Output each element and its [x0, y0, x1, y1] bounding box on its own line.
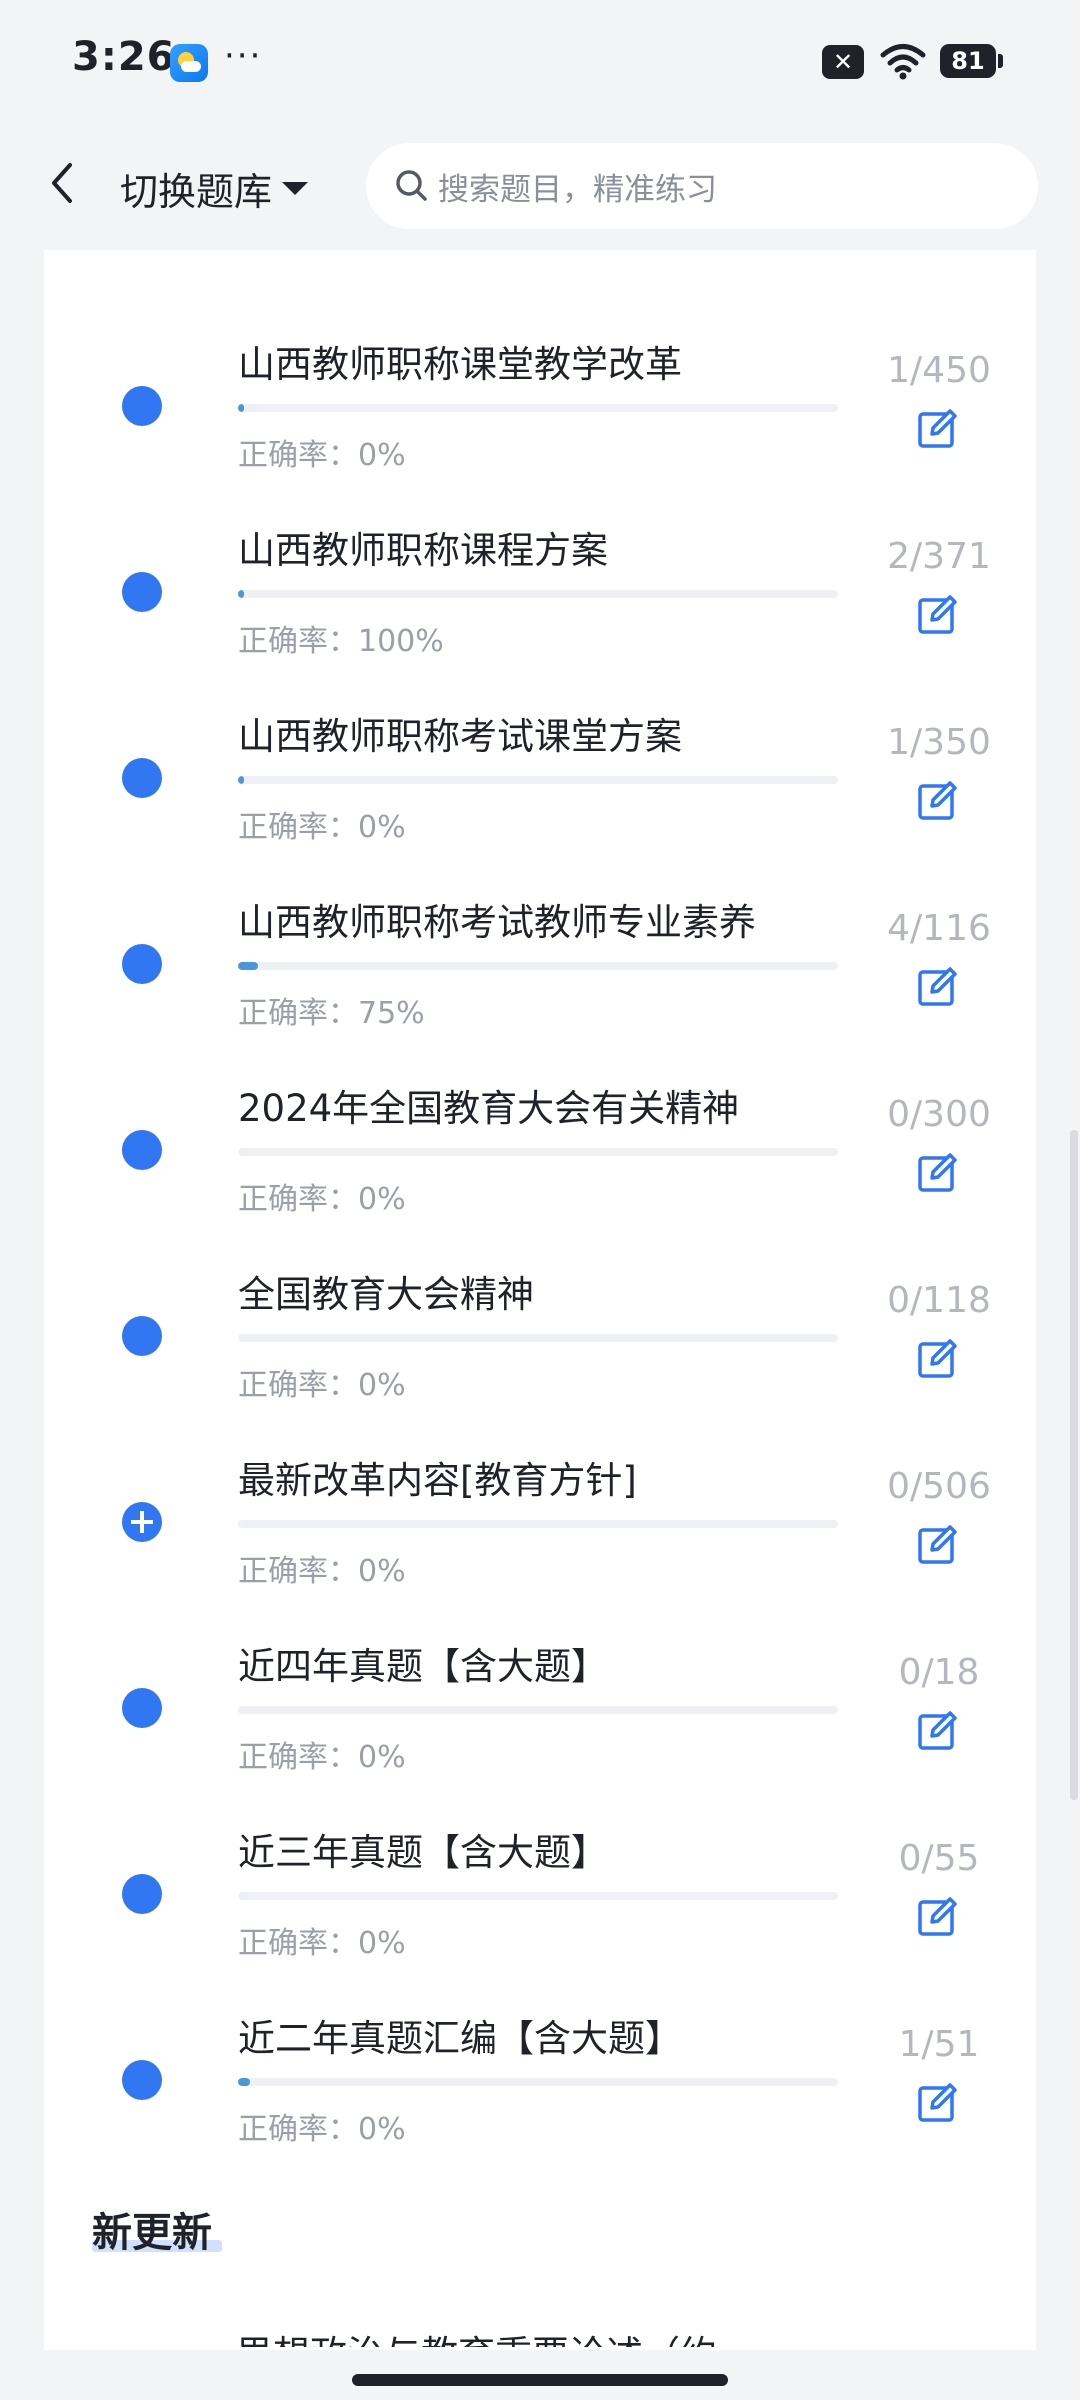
chapter-row[interactable]: 2024年全国教育大会有关精神正确率：0% 0/300 — [44, 1028, 1036, 1218]
chapter-row[interactable]: 山西教师职称课程方案正确率：100% 2/371 — [44, 470, 1036, 660]
chapter-dot-icon — [122, 572, 162, 612]
back-arrow-icon[interactable] — [40, 153, 84, 213]
edit-practice-icon[interactable] — [916, 1336, 960, 1380]
edit-practice-icon[interactable] — [916, 406, 960, 450]
top-header: 切换题库 搜索题目，精准练习 — [0, 125, 1080, 250]
chapter-title: 近四年真题【含大题】 — [238, 1645, 608, 1688]
accuracy-rate: 正确率：0% — [238, 438, 406, 473]
accuracy-rate: 正确率：0% — [238, 1926, 406, 1961]
new-update-item-title[interactable]: 思想政治与教育重要论述（约 — [236, 2325, 717, 2347]
chapter-title: 全国教育大会精神 — [238, 1273, 534, 1316]
accuracy-rate: 正确率：0% — [238, 2112, 406, 2147]
section-title-new-updates: 新更新 — [92, 2210, 212, 2256]
home-indicator[interactable] — [352, 2374, 728, 2386]
chapter-dot-icon — [122, 386, 162, 426]
chapter-row[interactable]: 最新改革内容[教育方针] 正确率：0% 0/506 — [44, 1400, 1036, 1590]
caret-down-icon — [282, 182, 309, 195]
accuracy-rate: 正确率：100% — [238, 624, 444, 659]
chapter-title: 山西教师职称课堂教学改革 — [238, 343, 682, 386]
question-count: 4/116 — [887, 908, 991, 949]
question-count: 1/350 — [887, 722, 991, 763]
accuracy-rate: 正确率：0% — [238, 810, 406, 845]
edit-practice-icon[interactable] — [916, 592, 960, 636]
chapter-title: 山西教师职称考试教师专业素养 — [238, 901, 756, 944]
chapter-dot-icon — [122, 758, 162, 798]
progress-bar — [238, 962, 838, 970]
switch-question-bank-label: 切换题库 — [120, 170, 273, 214]
chapter-dot-icon — [122, 1688, 162, 1728]
progress-bar — [238, 1706, 838, 1714]
accuracy-rate: 正确率：75% — [238, 996, 425, 1031]
chapter-dot-icon — [122, 1874, 162, 1914]
progress-bar-fill — [238, 404, 244, 412]
edit-practice-icon[interactable] — [916, 964, 960, 1008]
battery-tip — [998, 54, 1003, 68]
more-notifications-icon: ··· — [224, 36, 263, 76]
question-count: 0/18 — [898, 1652, 980, 1693]
question-count: 0/506 — [887, 1466, 991, 1507]
progress-bar — [238, 776, 838, 784]
progress-bar — [238, 1334, 838, 1342]
progress-bar — [238, 590, 838, 598]
edit-practice-icon[interactable] — [916, 1150, 960, 1194]
chapter-row[interactable]: 山西教师职称考试课堂方案正确率：0% 1/350 — [44, 656, 1036, 846]
accuracy-rate: 正确率：0% — [238, 1368, 406, 1403]
edit-practice-icon[interactable] — [916, 778, 960, 822]
chapter-title: 最新改革内容[教育方针] — [238, 1459, 637, 1502]
status-bar: 3:26 ··· ✕ 81 — [0, 0, 1080, 125]
chapter-title: 山西教师职称课程方案 — [238, 529, 608, 572]
search-icon — [396, 170, 427, 201]
question-count: 1/51 — [898, 2024, 980, 2065]
status-time: 3:26 — [72, 34, 176, 80]
progress-bar-fill — [238, 2078, 250, 2086]
progress-bar — [238, 2078, 838, 2086]
progress-bar — [238, 1148, 838, 1156]
progress-bar-fill — [238, 776, 244, 784]
chapter-row[interactable]: 山西教师职称考试教师专业素养正确率：75% 4/116 — [44, 842, 1036, 1032]
scroll-indicator — [1070, 1130, 1078, 1800]
chapter-title: 山西教师职称考试课堂方案 — [238, 715, 682, 758]
edit-practice-icon[interactable] — [916, 1522, 960, 1566]
progress-bar — [238, 1892, 838, 1900]
edit-practice-icon[interactable] — [916, 1708, 960, 1752]
question-count: 1/450 — [887, 350, 991, 391]
search-placeholder: 搜索题目，精准练习 — [438, 171, 717, 208]
close-notification-icon: ✕ — [822, 45, 864, 79]
progress-bar-fill — [238, 590, 244, 598]
chapter-title: 近三年真题【含大题】 — [238, 1831, 608, 1874]
chapter-row[interactable]: 近四年真题【含大题】正确率：0% 0/18 — [44, 1586, 1036, 1776]
chapter-row[interactable]: 近二年真题汇编【含大题】正确率：0% 1/51 — [44, 1958, 1036, 2148]
battery-icon: 81 — [940, 44, 996, 78]
expand-plus-icon[interactable] — [122, 1502, 162, 1542]
chapter-dot-icon — [122, 1130, 162, 1170]
chapter-dot-icon — [122, 2060, 162, 2100]
question-count: 2/371 — [887, 536, 991, 577]
search-input[interactable]: 搜索题目，精准练习 — [366, 143, 1038, 229]
question-count: 0/300 — [887, 1094, 991, 1135]
edit-practice-icon[interactable] — [916, 2080, 960, 2124]
chapter-row[interactable]: 山西教师职称课堂教学改革正确率：0% 1/450 — [44, 284, 1036, 474]
question-bank-list: 山西教师职称课堂教学改革正确率：0% 1/450 山西教师职称课程方案正确率：100… — [44, 250, 1036, 2350]
progress-bar — [238, 1520, 838, 1528]
edit-practice-icon[interactable] — [916, 1894, 960, 1938]
accuracy-rate: 正确率：0% — [238, 1554, 406, 1589]
progress-bar — [238, 404, 838, 412]
chapter-row[interactable]: 全国教育大会精神正确率：0% 0/118 — [44, 1214, 1036, 1404]
question-count: 0/118 — [887, 1280, 991, 1321]
chapter-dot-icon — [122, 1316, 162, 1356]
wifi-icon — [880, 44, 926, 80]
accuracy-rate: 正确率：0% — [238, 1740, 406, 1775]
weather-app-icon — [170, 44, 208, 82]
question-count: 0/55 — [898, 1838, 980, 1879]
progress-bar-fill — [238, 962, 259, 970]
chapter-row[interactable]: 近三年真题【含大题】正确率：0% 0/55 — [44, 1772, 1036, 1962]
chapter-title: 2024年全国教育大会有关精神 — [238, 1087, 740, 1130]
accuracy-rate: 正确率：0% — [238, 1182, 406, 1217]
chapter-title: 近二年真题汇编【含大题】 — [238, 2017, 682, 2060]
switch-question-bank-button[interactable]: 切换题库 — [120, 161, 309, 216]
chapter-dot-icon — [122, 944, 162, 984]
